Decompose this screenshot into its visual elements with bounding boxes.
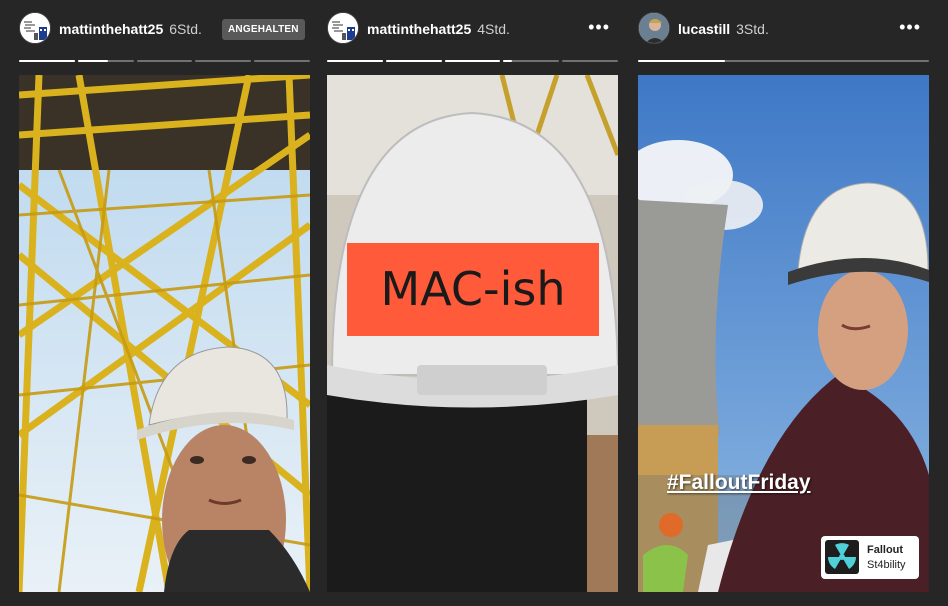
- helmet-label: MAC-ish: [381, 262, 566, 316]
- avatar-doodle-icon[interactable]: [19, 12, 51, 44]
- story-progress-bar: [638, 60, 929, 63]
- story-header: mattinthehatt25 4Std. •••: [327, 12, 618, 46]
- sticker-title: Fallout: [867, 544, 904, 556]
- progress-segment: [638, 60, 929, 62]
- progress-segment: [136, 60, 193, 62]
- story-username[interactable]: mattinthehatt25 6Std.: [59, 21, 202, 37]
- story-progress-bar: [327, 60, 618, 63]
- story-username[interactable]: lucastill 3Std.: [678, 21, 769, 37]
- story-progress-bar: [19, 60, 310, 63]
- more-options-icon[interactable]: •••: [588, 16, 610, 38]
- progress-segment: [77, 60, 134, 62]
- progress-segment: [503, 60, 560, 62]
- avatar-person-icon[interactable]: [638, 12, 670, 44]
- story-timestamp: 6Std.: [169, 21, 202, 37]
- progress-segment: [195, 60, 252, 62]
- story-timestamp: 3Std.: [736, 21, 769, 37]
- paused-badge: ANGEHALTEN: [222, 19, 305, 40]
- progress-segment: [327, 60, 383, 62]
- avatar-doodle-icon[interactable]: [327, 12, 359, 44]
- hashtag-text[interactable]: #FalloutFriday: [667, 471, 811, 495]
- more-options-icon[interactable]: •••: [899, 16, 921, 38]
- location-sticker[interactable]: Fallout St4bility: [821, 536, 919, 579]
- radiation-icon: [825, 540, 859, 574]
- story-header: mattinthehatt25 6Std. ANGEHALTEN: [19, 12, 310, 46]
- story-username[interactable]: mattinthehatt25 4Std.: [367, 21, 510, 37]
- progress-segment: [562, 60, 618, 62]
- story-media-hard-hat[interactable]: MAC-ish: [327, 75, 618, 592]
- story-media-crane-selfie[interactable]: [19, 75, 310, 592]
- story-media-cooling-tower[interactable]: #FalloutFriday Fallout St4bility: [638, 75, 929, 592]
- progress-segment: [254, 60, 310, 62]
- progress-segment: [19, 60, 75, 62]
- sticker-subtitle: St4bility: [867, 559, 906, 571]
- progress-segment: [444, 60, 501, 62]
- progress-segment: [385, 60, 442, 62]
- story-header: lucastill 3Std. •••: [638, 12, 929, 46]
- story-timestamp: 4Std.: [477, 21, 510, 37]
